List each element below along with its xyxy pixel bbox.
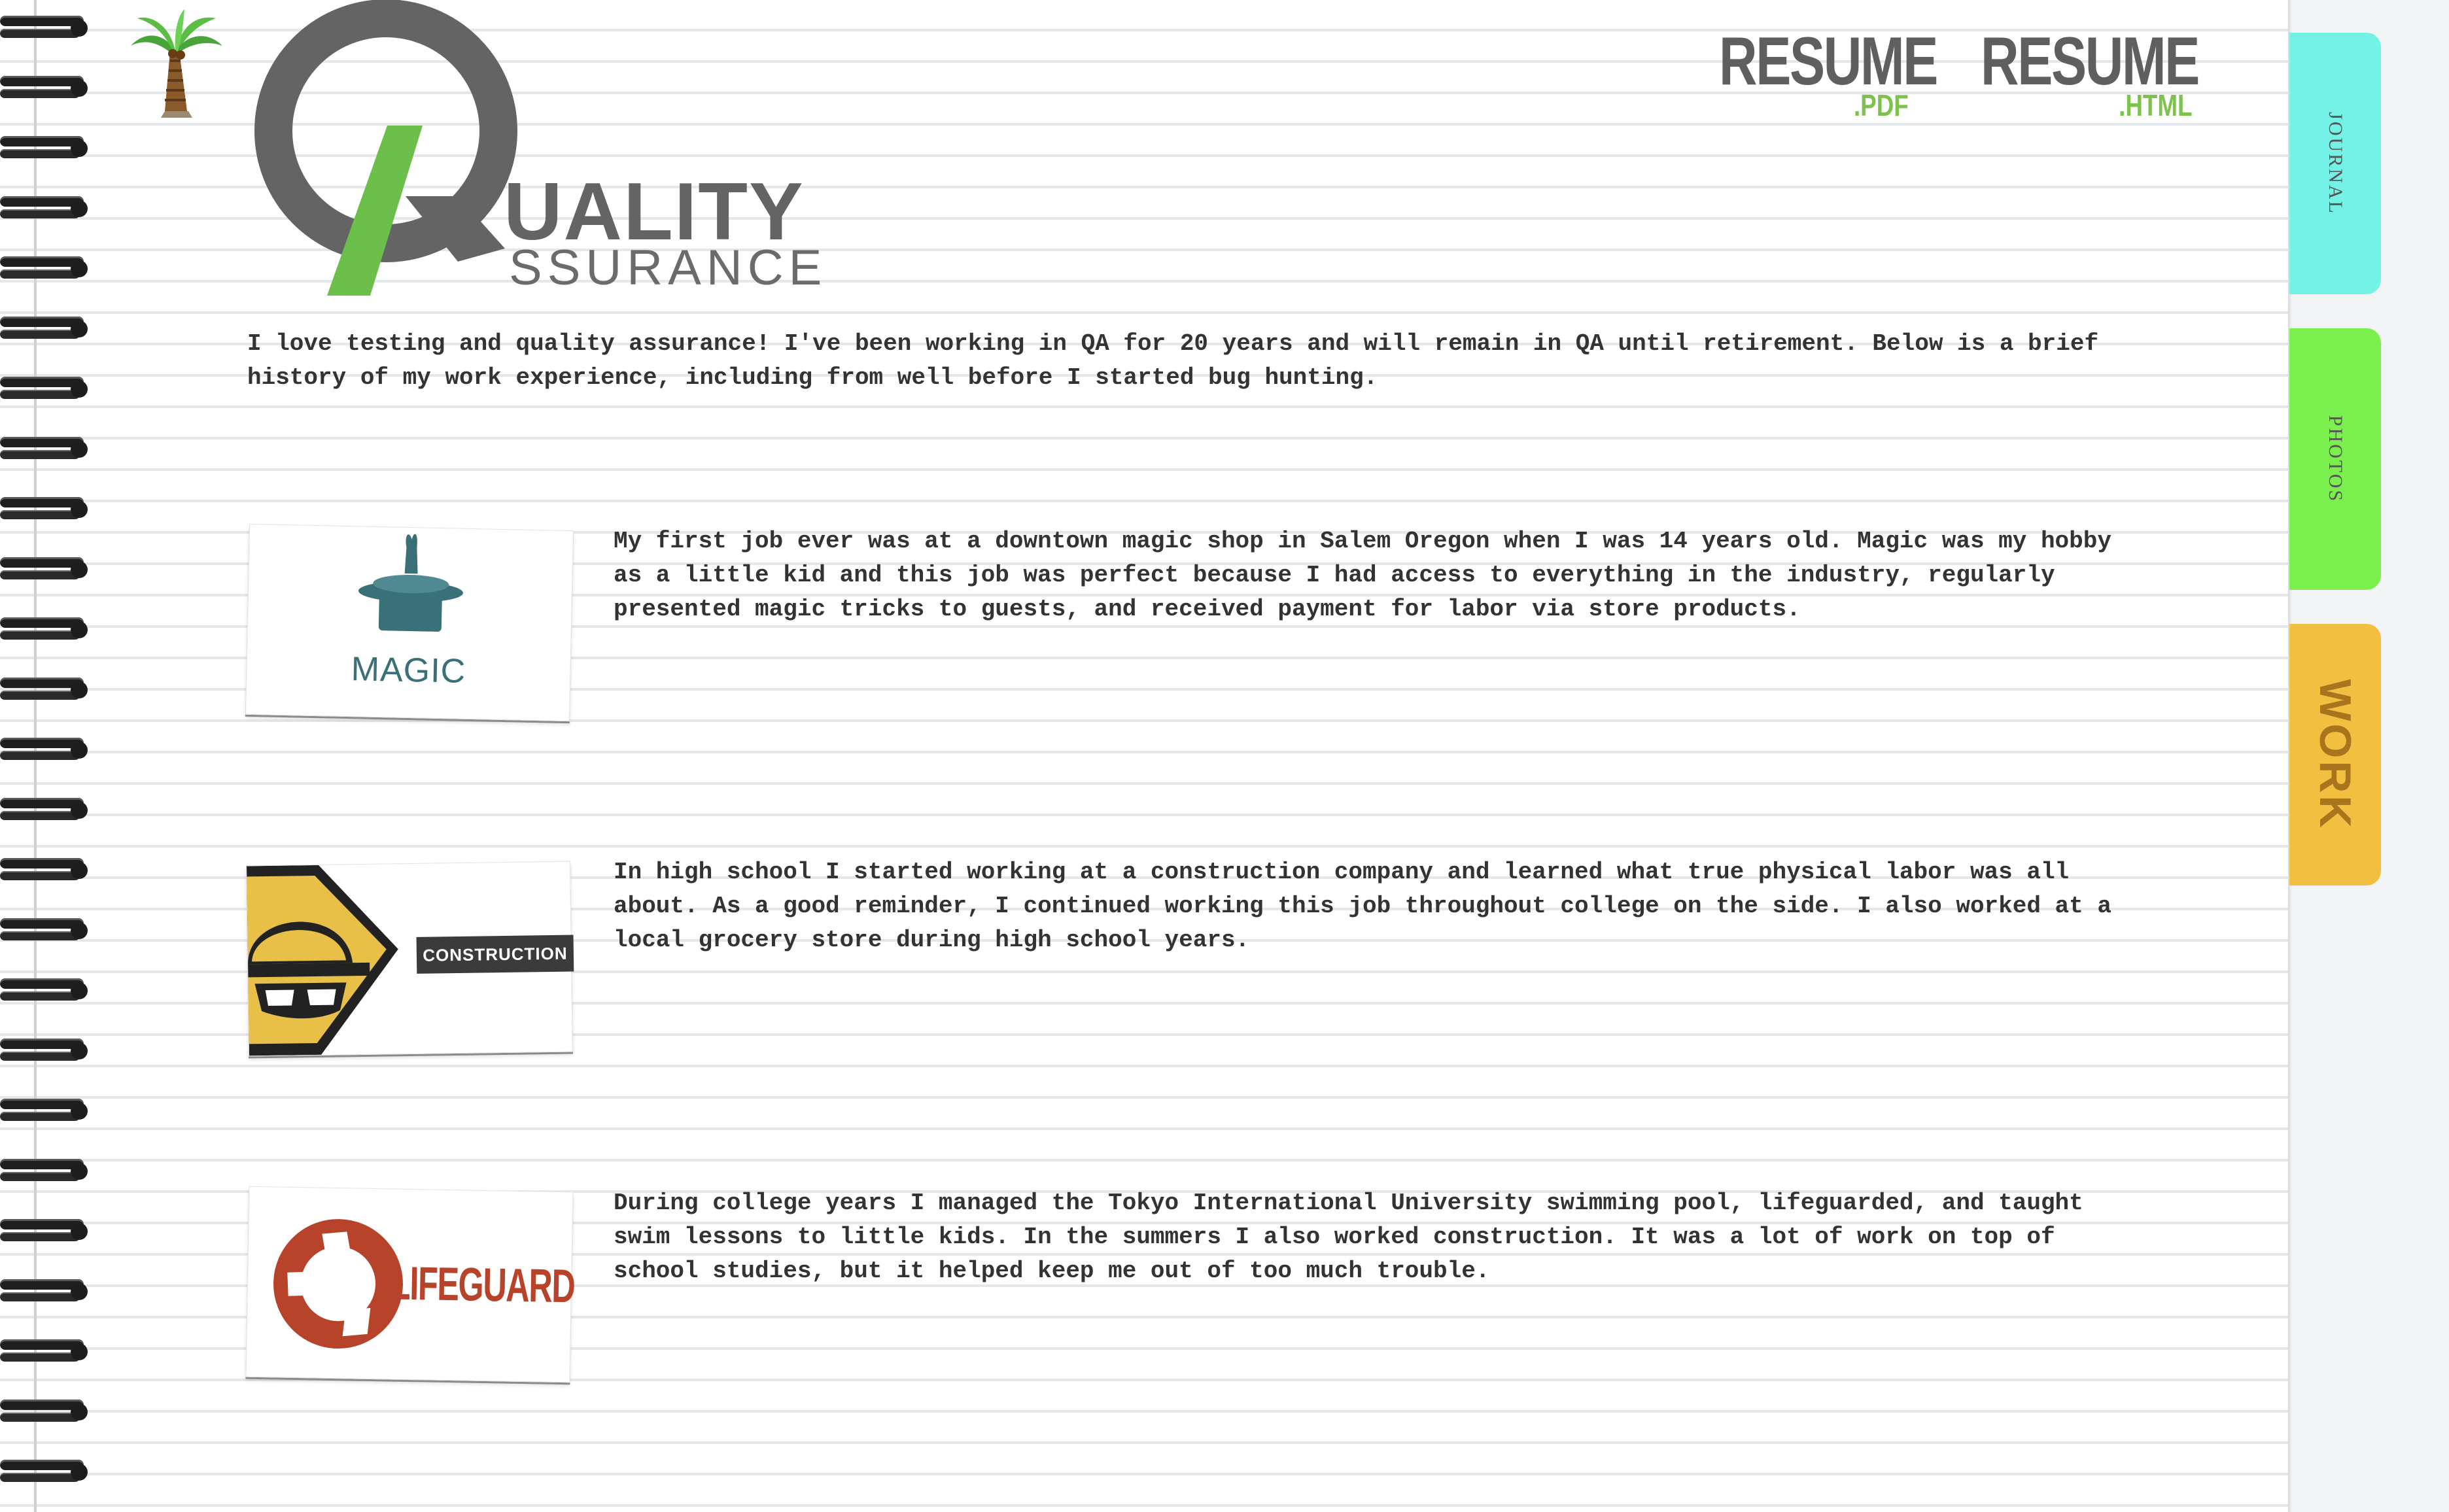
resume-pdf-label: RESUME [1719, 24, 1938, 99]
binding-ring [0, 675, 92, 704]
binding-ring [0, 494, 92, 523]
spiral-binding [0, 0, 105, 1512]
binding-ring [0, 73, 92, 102]
binding-ring [0, 1096, 92, 1125]
tab-photos[interactable]: PHOTOS [2289, 328, 2381, 590]
intro-paragraph: I love testing and quality assurance! I'… [247, 330, 2099, 391]
tab-journal[interactable]: JOURNAL [2289, 33, 2381, 294]
resume-html-format: .HTML [2119, 88, 2193, 122]
magic-hat-icon [358, 534, 463, 632]
binding-ring [0, 434, 92, 463]
quality-assurance-logo: UALITY SSURANCE [242, 0, 822, 301]
construction-card-label: CONSTRUCTION [416, 935, 574, 974]
binding-ring [0, 855, 92, 884]
binding-ring [0, 133, 92, 162]
resume-pdf-link[interactable]: RESUME .PDF [1719, 27, 1938, 126]
binding-ring [0, 1457, 92, 1486]
binding-ring [0, 1036, 92, 1065]
binding-ring [0, 1397, 92, 1426]
binding-ring [0, 735, 92, 764]
binding-ring [0, 194, 92, 222]
binding-ring [0, 1277, 92, 1305]
tab-photos-label: PHOTOS [2325, 415, 2346, 504]
resume-pdf-format: .PDF [1854, 88, 1909, 122]
magic-job-text: My first job ever was at a downtown magi… [614, 528, 2111, 623]
palm-tree-icon [124, 5, 229, 123]
lifeguard-card-label: LIFEGUARD [390, 1257, 576, 1313]
binding-ring [0, 1337, 92, 1366]
binding-ring [0, 13, 92, 42]
binding-ring [0, 254, 92, 283]
magic-card: MAGIC [245, 523, 574, 722]
tab-work-label: WORK [2310, 679, 2360, 831]
lifeguard-card: LIFEGUARD [245, 1186, 576, 1383]
lifeguard-job-text: During college years I managed the Tokyo… [614, 1190, 2083, 1284]
binding-ring [0, 1216, 92, 1245]
binding-ring [0, 1156, 92, 1185]
binding-ring [0, 314, 92, 343]
binding-ring [0, 615, 92, 644]
binding-ring [0, 916, 92, 944]
binding-ring [0, 555, 92, 583]
binding-ring [0, 976, 92, 1005]
resume-html-label: RESUME [1981, 24, 2200, 99]
binding-ring [0, 795, 92, 824]
tab-journal-label: JOURNAL [2325, 112, 2346, 215]
tab-work[interactable]: WORK [2289, 624, 2381, 885]
construction-card: CONSTRUCTION [245, 861, 574, 1057]
binding-ring [0, 374, 92, 403]
construction-job-text: In high school I started working at a co… [614, 859, 2111, 954]
magic-card-label: MAGIC [351, 650, 466, 691]
logo-ssurance-text: SSURANCE [509, 240, 827, 296]
resume-html-link[interactable]: RESUME .HTML [1981, 27, 2200, 126]
